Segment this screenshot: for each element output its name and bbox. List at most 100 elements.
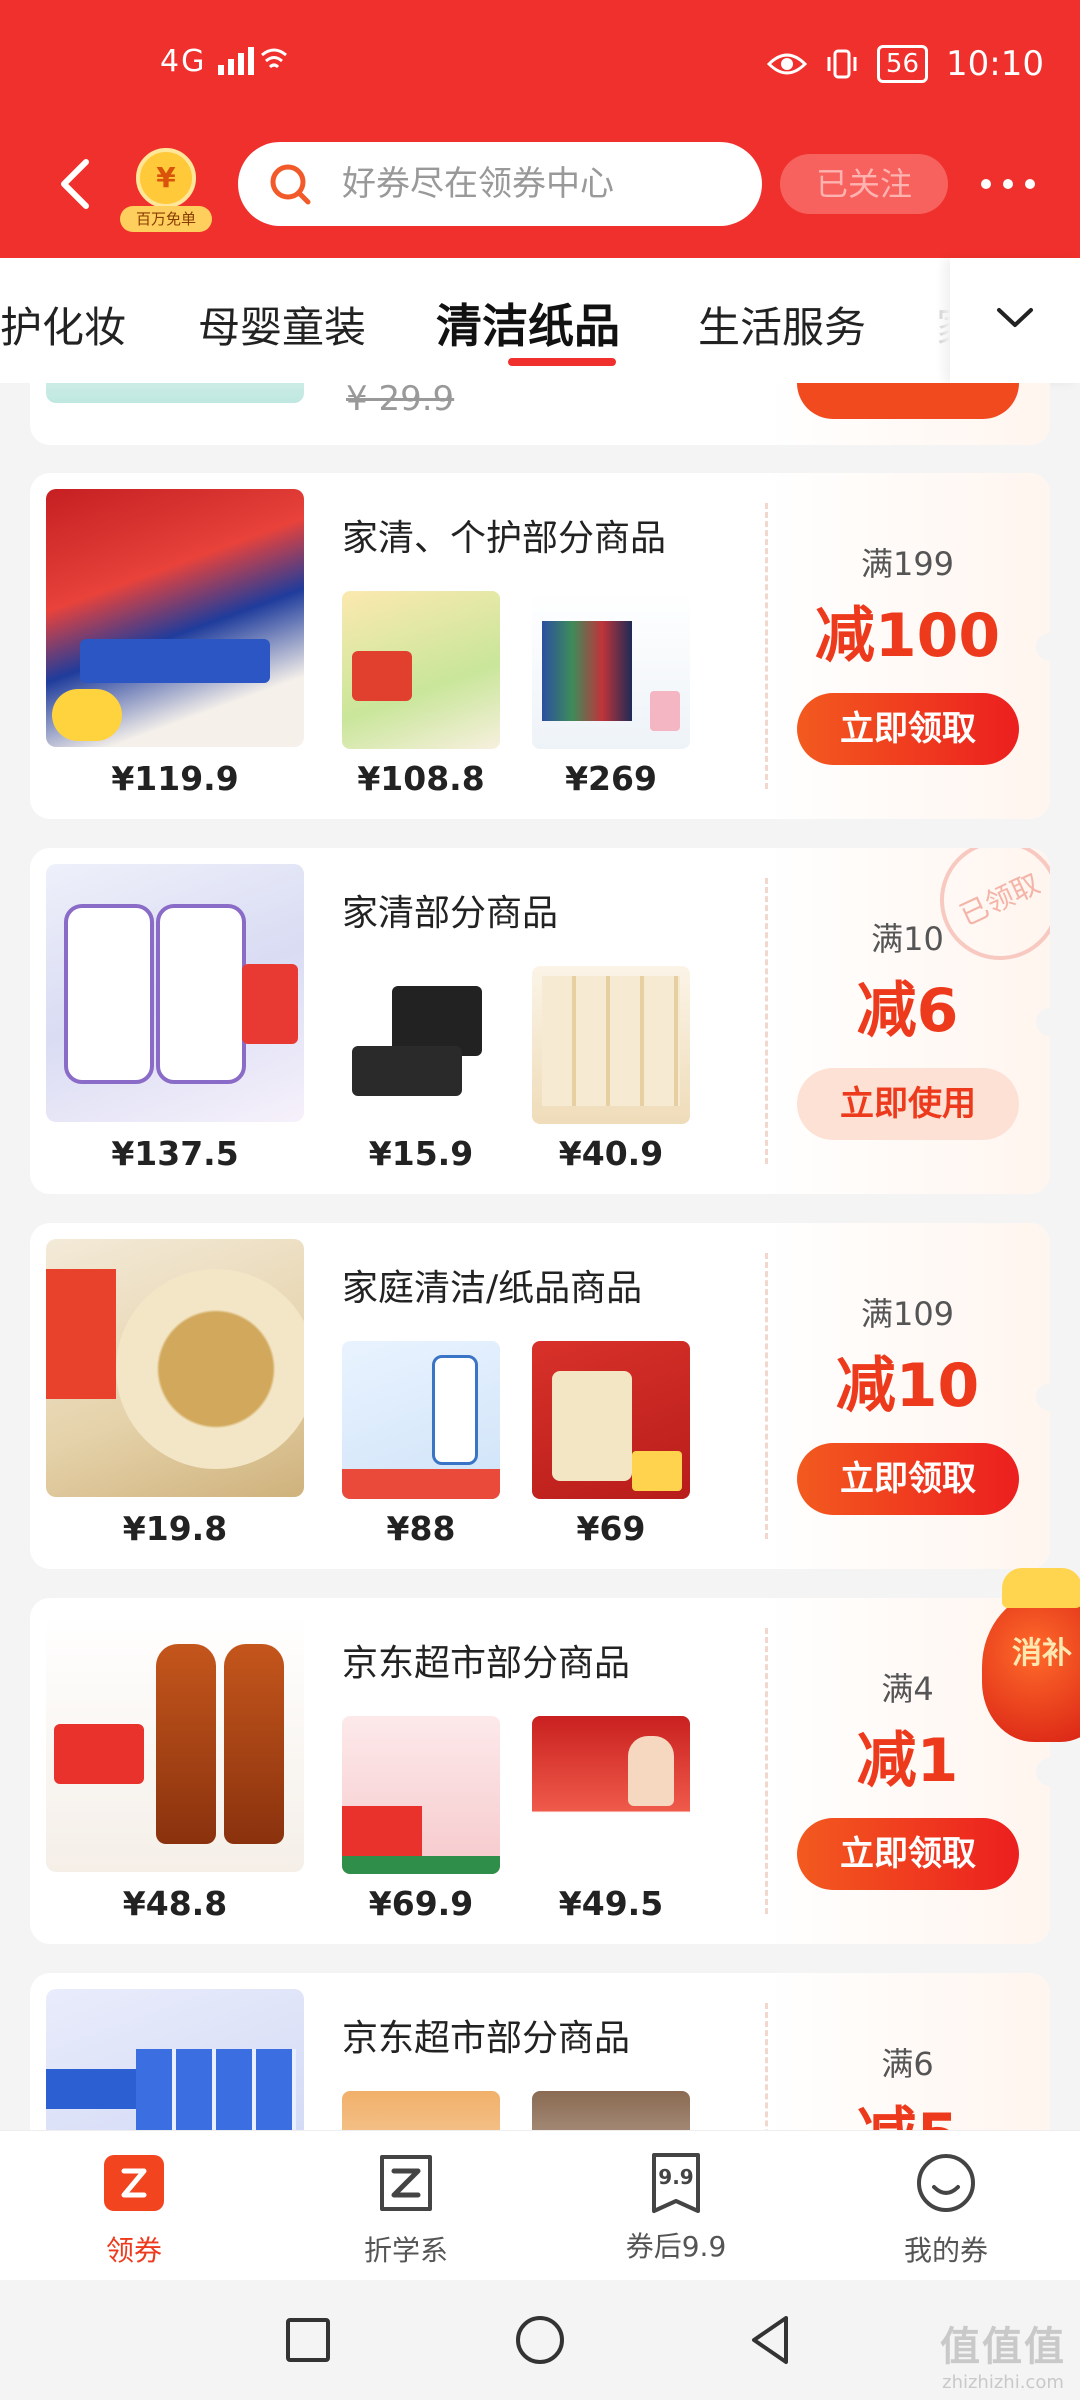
claim-button[interactable]: 立即领取 — [797, 1818, 1019, 1890]
search-input[interactable]: 好券尽在领券中心 — [238, 142, 762, 226]
coupon-card-partial[interactable]: ¥ 29.9 — [30, 383, 1050, 445]
promo-bag-top — [1002, 1568, 1080, 1608]
bottom-nav: 领券 折学系 9.9 券后9.9 我的券 — [0, 2130, 1080, 2280]
tab-fade — [890, 258, 950, 383]
claim-button-partial[interactable] — [797, 383, 1019, 419]
product-image[interactable] — [532, 966, 690, 1124]
active-tab-indicator — [508, 358, 616, 366]
product-image[interactable] — [46, 1614, 304, 1872]
coupon-card[interactable]: 已领取 ¥137.5 ¥15.9 ¥40.9 家清部分商品 满10 减6 立即使… — [30, 848, 1050, 1194]
product-price: ¥69 — [576, 1509, 646, 1548]
home-icon[interactable] — [512, 2312, 568, 2368]
back-icon[interactable] — [742, 2312, 798, 2368]
coupon-title: 家清、个护部分商品 — [342, 518, 667, 559]
product-image[interactable] — [342, 1716, 500, 1874]
product-image[interactable] — [342, 966, 500, 1124]
watermark-logo: 值值值 — [940, 2324, 1066, 2370]
coupon-card[interactable]: ¥119.9 ¥108.8 ¥269 家清、个护部分商品 满199 减100 立… — [30, 473, 1050, 819]
product-image[interactable] — [532, 1341, 690, 1499]
chevron-down-icon — [997, 308, 1033, 327]
recents-icon[interactable] — [280, 2312, 336, 2368]
watermark-url: zhizhizhi.com — [942, 2372, 1064, 2393]
promo-text: 消补 — [1012, 1636, 1072, 1671]
product-price: ¥19.8 — [122, 1509, 228, 1548]
product-image[interactable] — [532, 1716, 690, 1874]
coupon-list: ¥ 29.9 ¥119.9 ¥108.8 ¥269 家清、个护部分商品 满199… — [0, 383, 1080, 2130]
search-icon — [270, 164, 311, 205]
nav-coupons[interactable]: 领券 — [44, 2151, 224, 2269]
nav-after-coupon-99[interactable]: 9.9 券后9.9 — [586, 2151, 766, 2265]
product-image[interactable] — [46, 1239, 304, 1497]
tab-skincare[interactable]: 护化妆 — [0, 294, 126, 355]
follow-button[interactable]: 已关注 — [780, 154, 948, 214]
coupon-icon — [104, 2155, 164, 2211]
old-price: ¥ 29.9 — [346, 383, 455, 419]
coupon-title: 京东超市部分商品 — [342, 2018, 631, 2059]
coupon-amount: 减5 — [765, 2087, 1050, 2130]
product-price: ¥15.9 — [368, 1134, 474, 1173]
top-bar: 4G 56 10:10 ¥ 百万免单 好券尽在领券中心 已关注 — [0, 0, 1080, 258]
tab-cleaning[interactable]: 清洁纸品 — [436, 290, 620, 356]
product-price: ¥48.8 — [122, 1884, 228, 1923]
product-image[interactable] — [46, 489, 304, 747]
nav-label: 领券 — [105, 2234, 162, 2267]
product-image[interactable] — [532, 591, 690, 749]
product-image[interactable] — [342, 2091, 500, 2130]
coupon-condition: 满109 — [860, 1295, 955, 1333]
back-arrow-icon[interactable] — [52, 156, 100, 212]
screen: 4G 56 10:10 ¥ 百万免单 好券尽在领券中心 已关注 护化妆 母婴童装… — [0, 0, 1080, 2400]
coupon-amount: 减10 — [835, 1351, 980, 1421]
tag-99-icon: 9.9 — [644, 2151, 708, 2215]
nav-label: 券后9.9 — [625, 2230, 727, 2263]
tab-baby[interactable]: 母婴童装 — [198, 294, 366, 355]
smile-icon — [917, 2154, 975, 2212]
nav-my-coupons[interactable]: 我的券 — [856, 2151, 1036, 2269]
status-right: 56 10:10 — [766, 44, 1044, 84]
product-price: ¥119.9 — [111, 759, 239, 798]
product-image[interactable] — [342, 1341, 500, 1499]
product-image[interactable] — [46, 1989, 304, 2130]
tab-expand-button[interactable] — [950, 258, 1080, 383]
product-image[interactable] — [532, 2091, 690, 2130]
clock: 10:10 — [946, 44, 1044, 84]
claim-button[interactable]: 立即领取 — [797, 1443, 1019, 1515]
nav-zhexue[interactable]: 折学系 — [316, 2151, 496, 2269]
search-placeholder: 好券尽在领券中心 — [342, 164, 614, 204]
signal-indicator: 4G — [160, 44, 288, 79]
product-price: ¥137.5 — [111, 1134, 239, 1173]
coupon-amount: 减6 — [856, 976, 959, 1046]
signal-bars-icon — [217, 47, 287, 75]
use-button[interactable]: 立即使用 — [797, 1068, 1019, 1140]
nav-label: 我的券 — [903, 2234, 988, 2267]
badge-label: 百万免单 — [120, 206, 212, 232]
product-price: ¥69.9 — [368, 1884, 474, 1923]
product-image[interactable] — [46, 383, 304, 403]
category-tabs: 护化妆 母婴童装 清洁纸品 生活服务 家 — [0, 258, 1080, 383]
coupon-condition: 满6 — [881, 2045, 934, 2083]
z-icon — [380, 2155, 432, 2211]
status-bar: 4G 56 10:10 — [0, 44, 1080, 92]
more-icon[interactable] — [976, 170, 1040, 198]
header: ¥ 百万免单 好券尽在领券中心 已关注 — [0, 140, 1080, 232]
coupon-amount: 减100 — [814, 601, 1001, 671]
battery-indicator: 56 — [876, 45, 929, 83]
product-price: ¥88 — [386, 1509, 456, 1548]
system-nav-bar: 值值值 zhizhizhi.com — [0, 2280, 1080, 2400]
coupon-condition: 满10 — [871, 920, 944, 958]
product-price: ¥269 — [565, 759, 657, 798]
product-image[interactable] — [342, 591, 500, 749]
coupon-card[interactable]: 京东超市部分商品 满6 减5 — [30, 1973, 1050, 2130]
coupon-title: 京东超市部分商品 — [342, 1643, 631, 1684]
claim-button[interactable]: 立即领取 — [797, 693, 1019, 765]
free-order-badge[interactable]: ¥ 百万免单 — [120, 148, 212, 232]
coupon-condition: 满199 — [860, 545, 955, 583]
coupon-card[interactable]: ¥48.8 ¥69.9 ¥49.5 京东超市部分商品 满4 减1 立即领取 — [30, 1598, 1050, 1944]
tag-99-text: 9.9 — [658, 2165, 694, 2189]
coupon-title: 家清部分商品 — [342, 893, 559, 934]
tab-services[interactable]: 生活服务 — [698, 294, 866, 355]
product-image[interactable] — [46, 864, 304, 1122]
vibrate-icon — [827, 49, 857, 79]
watermark: 值值值 zhizhizhi.com — [940, 2314, 1066, 2393]
product-price: ¥49.5 — [558, 1884, 664, 1923]
coupon-card[interactable]: ¥19.8 ¥88 ¥69 家庭清洁/纸品商品 满109 减10 立即领取 — [30, 1223, 1050, 1569]
